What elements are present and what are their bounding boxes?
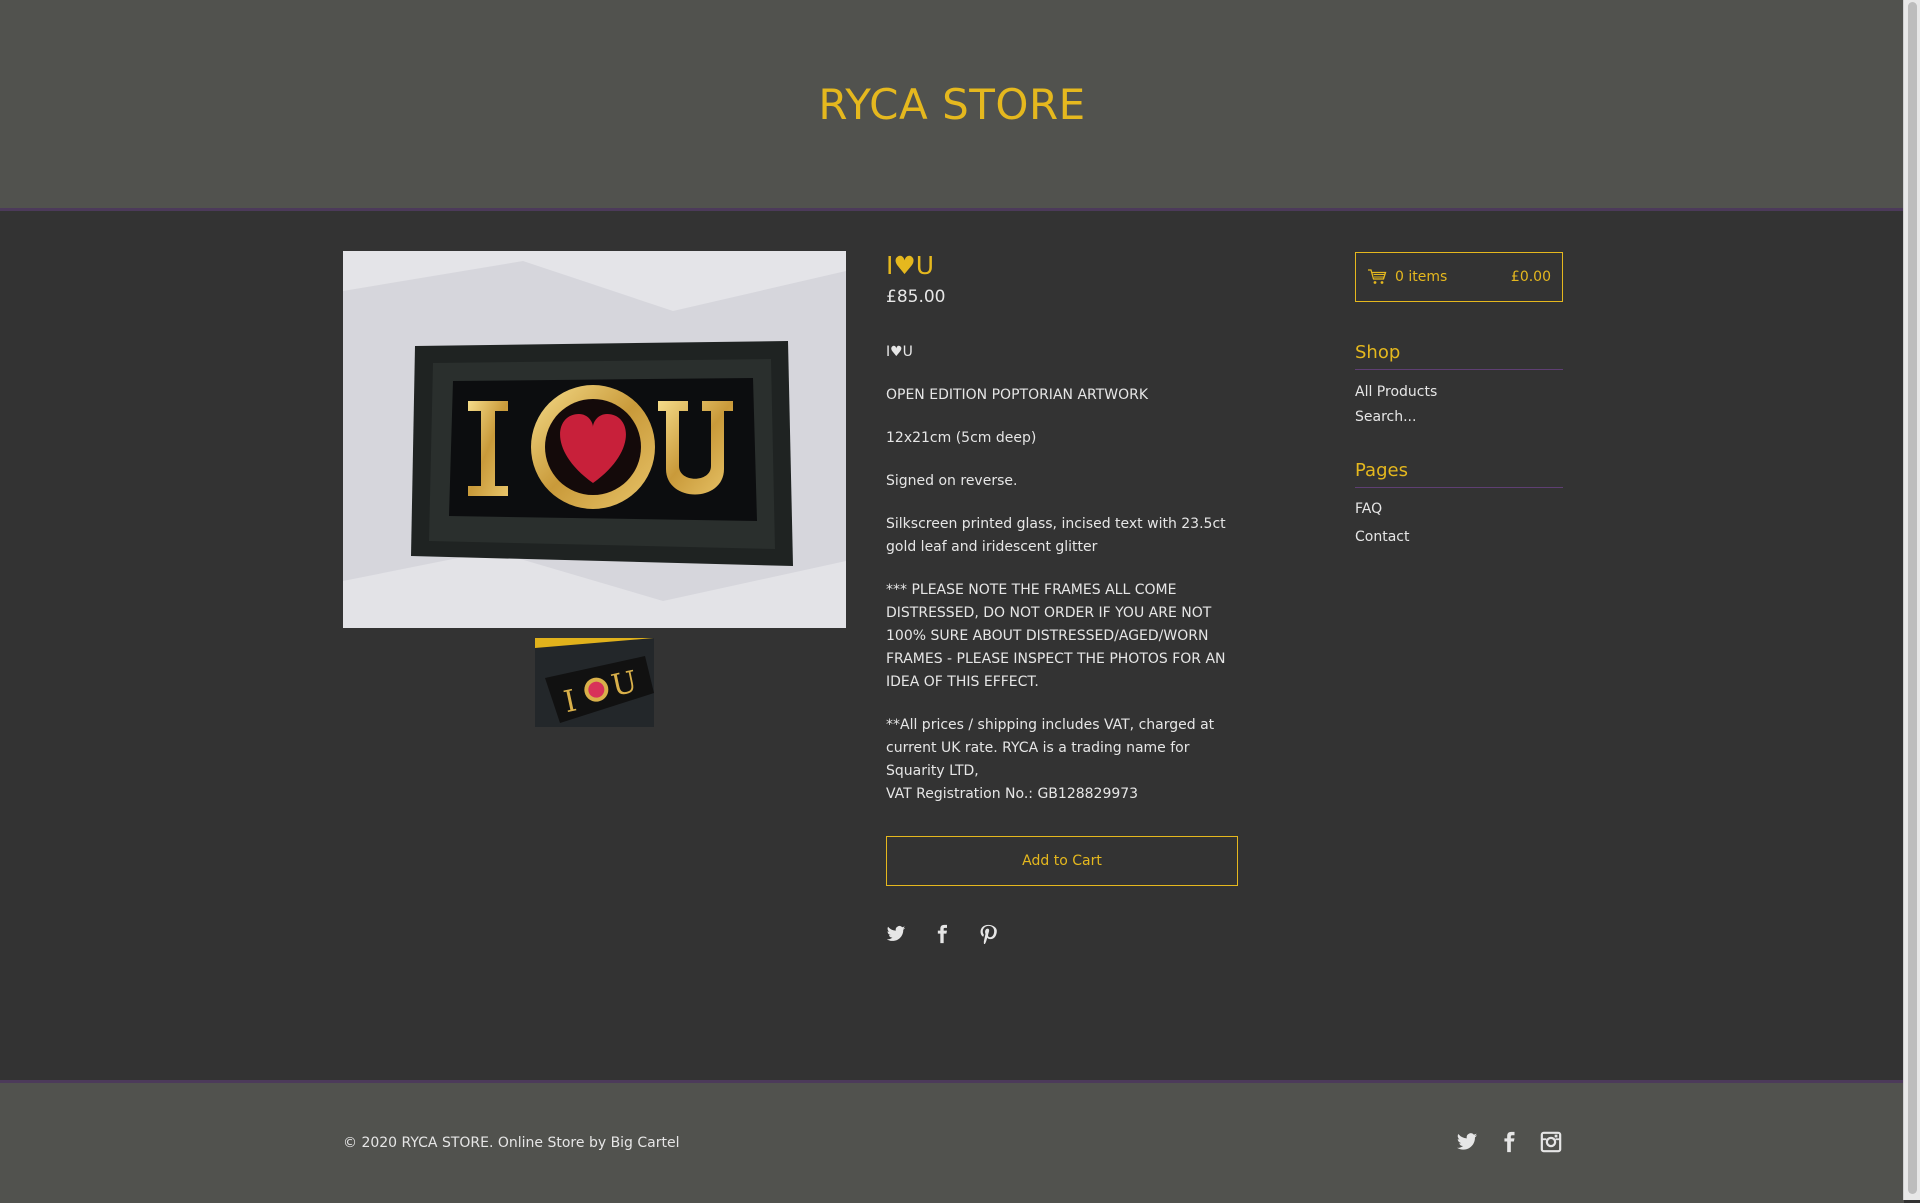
cart-summary[interactable]: 0 items £0.00 <box>1355 252 1563 302</box>
facebook-icon[interactable] <box>1498 1131 1520 1153</box>
product-price: £85.00 <box>886 287 946 307</box>
description-line: Silkscreen printed glass, incised text w… <box>886 516 1226 555</box>
site-footer: © 2020 RYCA STORE. Online Store by Big C… <box>0 1080 1904 1203</box>
sidebar-link-all-products[interactable]: All Products <box>1355 380 1563 405</box>
pinterest-icon[interactable] <box>978 924 998 945</box>
pages-heading: Pages <box>1355 460 1563 488</box>
scrollbar[interactable] <box>1903 0 1920 1200</box>
thumbnail-strip: I U <box>343 638 846 727</box>
site-header: RYCA STORE <box>0 0 1904 211</box>
description-line: I♥U <box>886 344 913 360</box>
cart-icon <box>1367 269 1387 285</box>
sidebar-link-faq[interactable]: FAQ <box>1355 498 1563 521</box>
instagram-icon[interactable] <box>1540 1131 1562 1153</box>
product-details: I♥U £85.00 I♥U OPEN EDITION POPTORIAN AR… <box>886 251 1238 945</box>
cart-items-count: 0 items <box>1395 269 1448 285</box>
product-description: I♥U OPEN EDITION POPTORIAN ARTWORK 12x21… <box>886 341 1238 806</box>
product-gallery: I U <box>343 251 846 727</box>
copyright-text: © 2020 RYCA STORE. Online Store by Big C… <box>343 1135 680 1151</box>
scrollbar-thumb[interactable] <box>1908 2 1917 1194</box>
sidebar-link-contact[interactable]: Contact <box>1355 521 1563 554</box>
share-links <box>886 924 1238 945</box>
shop-heading: Shop <box>1355 342 1563 370</box>
description-line: *** PLEASE NOTE THE FRAMES ALL COME DIST… <box>886 582 1226 690</box>
add-to-cart-button[interactable]: Add to Cart <box>886 836 1238 886</box>
product-title: I♥U <box>886 251 935 280</box>
description-line: VAT Registration No.: GB128829973 <box>886 786 1139 802</box>
description-line: **All prices / shipping includes VAT, ch… <box>886 717 1215 779</box>
product-thumbnail[interactable]: I U <box>535 638 654 727</box>
sidebar: 0 items £0.00 Shop All Products Search..… <box>1355 252 1563 554</box>
pages-section: Pages FAQ Contact <box>1355 460 1563 554</box>
twitter-icon[interactable] <box>1456 1131 1478 1153</box>
page: RYCA STORE I U I♥U £85.00 I♥U OPEN EDITI… <box>0 0 1904 1203</box>
description-line: Signed on reverse. <box>886 473 1018 489</box>
main-content: I U I♥U £85.00 I♥U OPEN EDITION POPTORIA… <box>0 211 1904 1080</box>
search-input[interactable]: Search... <box>1355 405 1563 430</box>
product-main-image[interactable] <box>343 251 846 628</box>
twitter-icon[interactable] <box>886 924 906 944</box>
footer-social-links <box>1456 1131 1562 1153</box>
facebook-icon[interactable] <box>932 924 952 944</box>
store-logo[interactable]: RYCA STORE <box>818 80 1085 129</box>
cart-total: £0.00 <box>1510 269 1551 285</box>
shop-section: Shop All Products Search... <box>1355 342 1563 430</box>
description-line: OPEN EDITION POPTORIAN ARTWORK <box>886 387 1149 403</box>
description-line: 12x21cm (5cm deep) <box>886 430 1037 446</box>
